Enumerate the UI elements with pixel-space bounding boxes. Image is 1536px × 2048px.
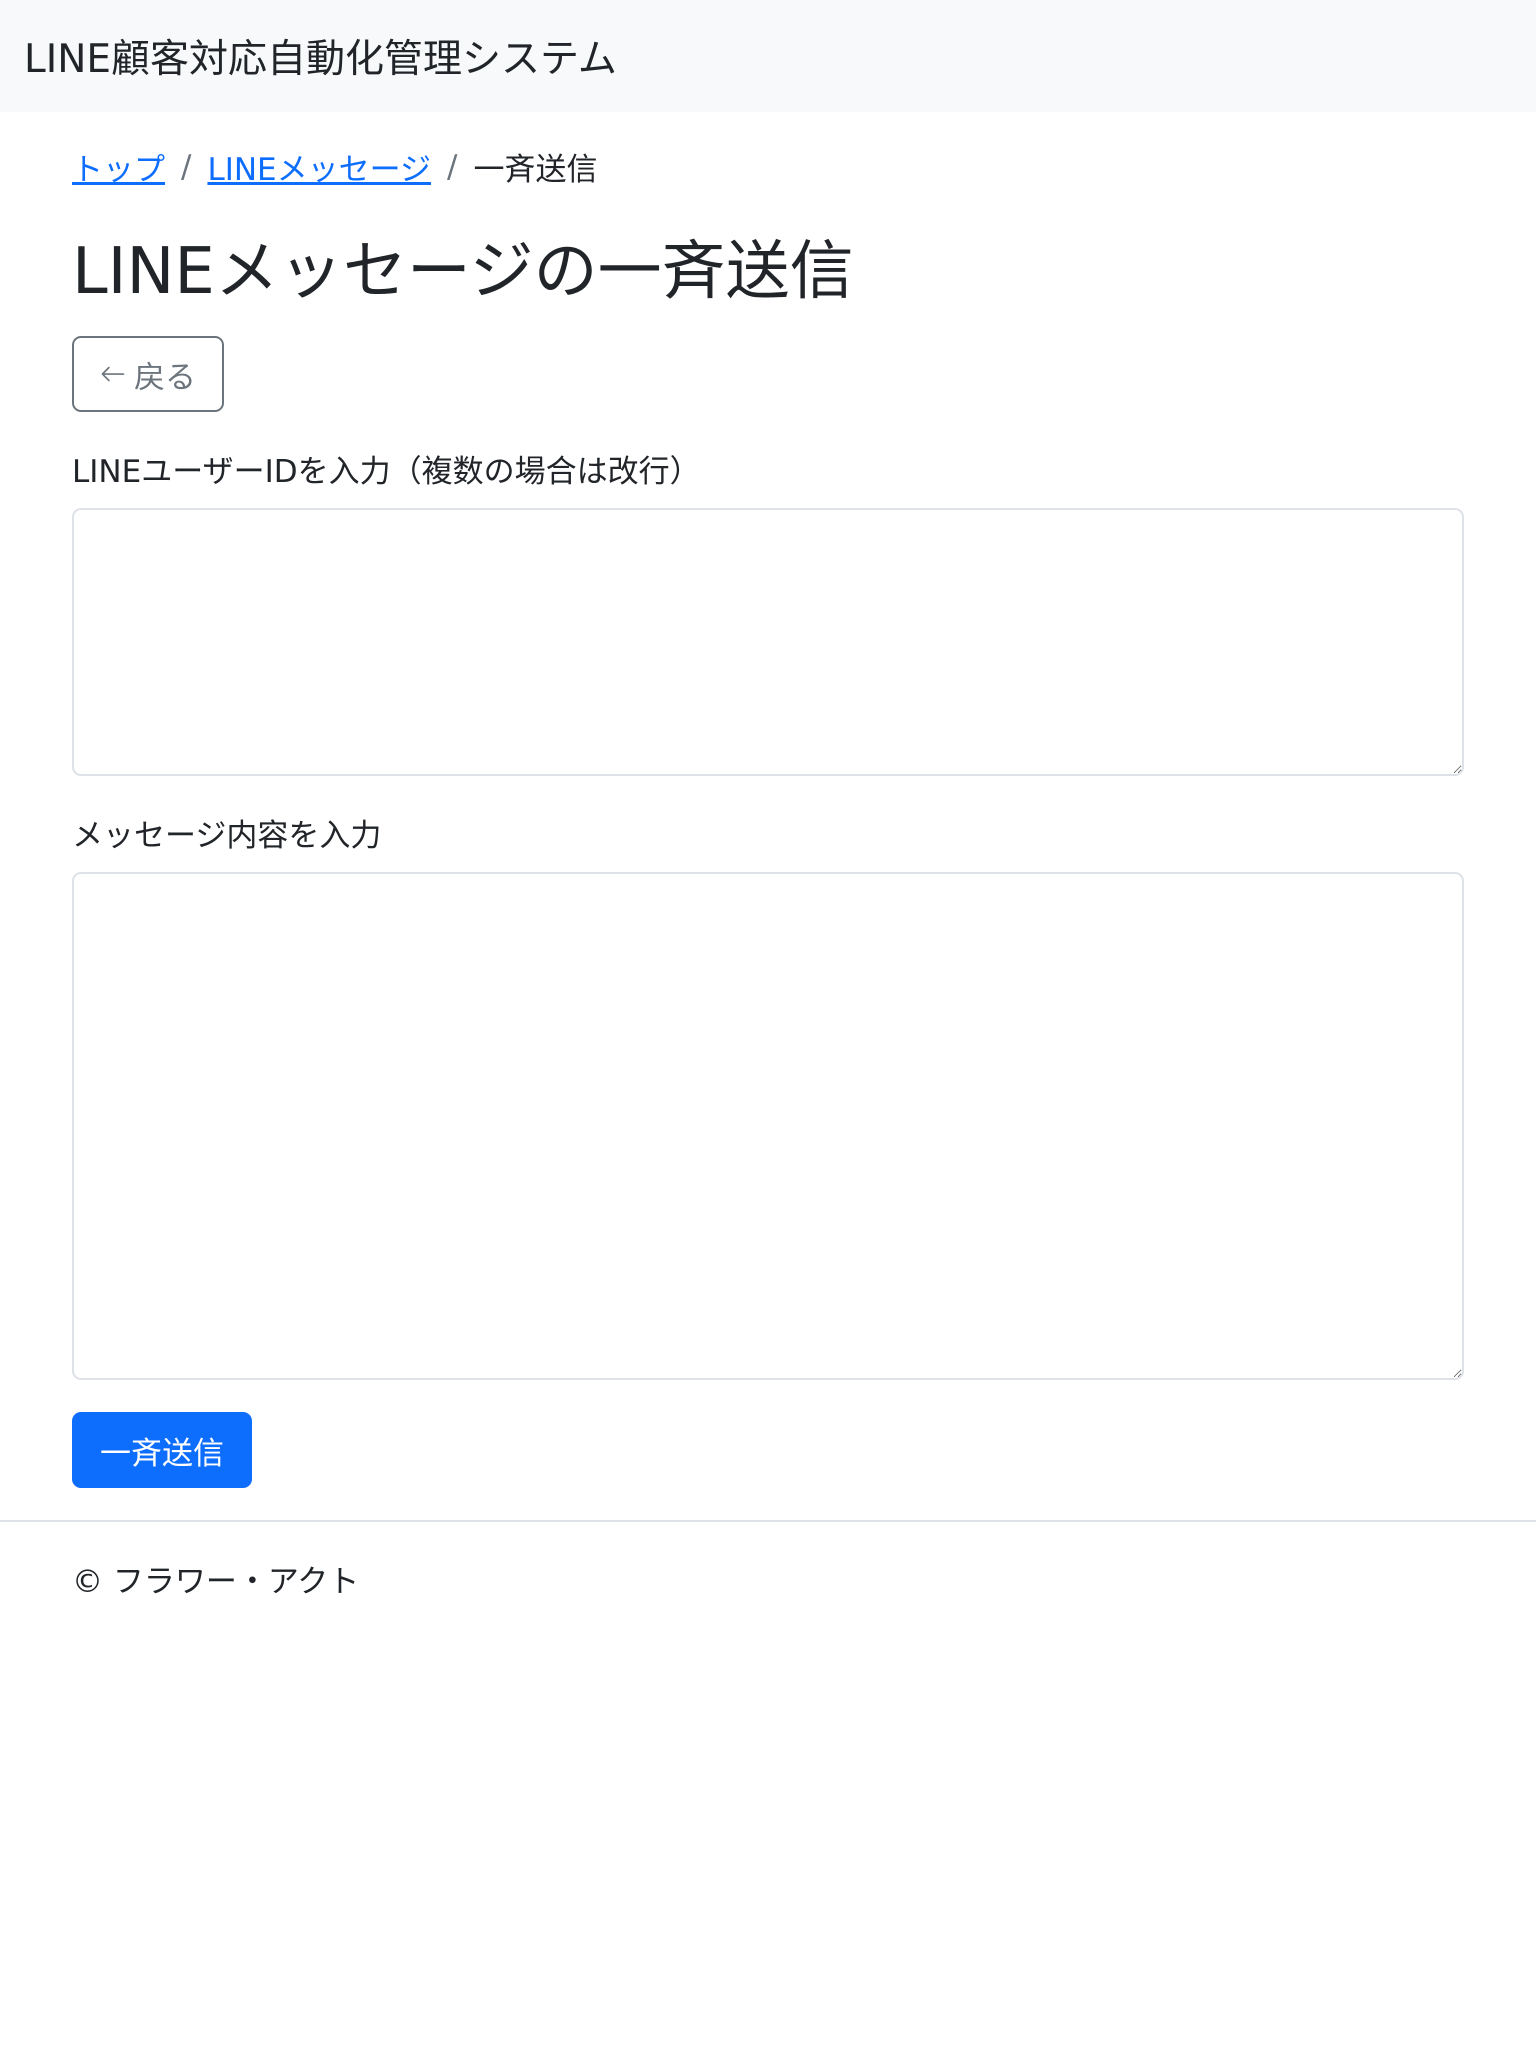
arrow-left-icon <box>101 366 125 382</box>
back-button-label: 戻る <box>134 359 196 395</box>
breadcrumb-separator: / <box>447 148 458 185</box>
broadcast-submit-button[interactable]: 一斉送信 <box>72 1412 252 1488</box>
breadcrumb: トップ / LINEメッセージ / 一斉送信 <box>72 144 597 189</box>
breadcrumb-item-current: 一斉送信 <box>473 152 598 188</box>
page-title: LINEメッセージの一斉送信 <box>72 235 854 309</box>
navbar: LINE顧客対応自動化管理システム <box>0 0 1536 112</box>
footer-copyright: © フラワー・アクト <box>72 1564 360 1600</box>
user-ids-textarea[interactable] <box>72 508 1464 776</box>
message-label: メッセージ内容を入力 <box>72 818 382 854</box>
back-button[interactable]: 戻る <box>72 336 224 412</box>
breadcrumb-item-line-messages[interactable]: LINEメッセージ <box>207 144 431 189</box>
message-textarea[interactable] <box>72 872 1464 1380</box>
breadcrumb-separator: / <box>181 148 192 185</box>
footer-divider <box>0 1520 1536 1522</box>
user-ids-label: LINEユーザーIDを入力（複数の場合は改行） <box>72 454 701 490</box>
breadcrumb-item-top[interactable]: トップ <box>72 144 165 189</box>
navbar-brand[interactable]: LINE顧客対応自動化管理システム <box>24 28 617 84</box>
